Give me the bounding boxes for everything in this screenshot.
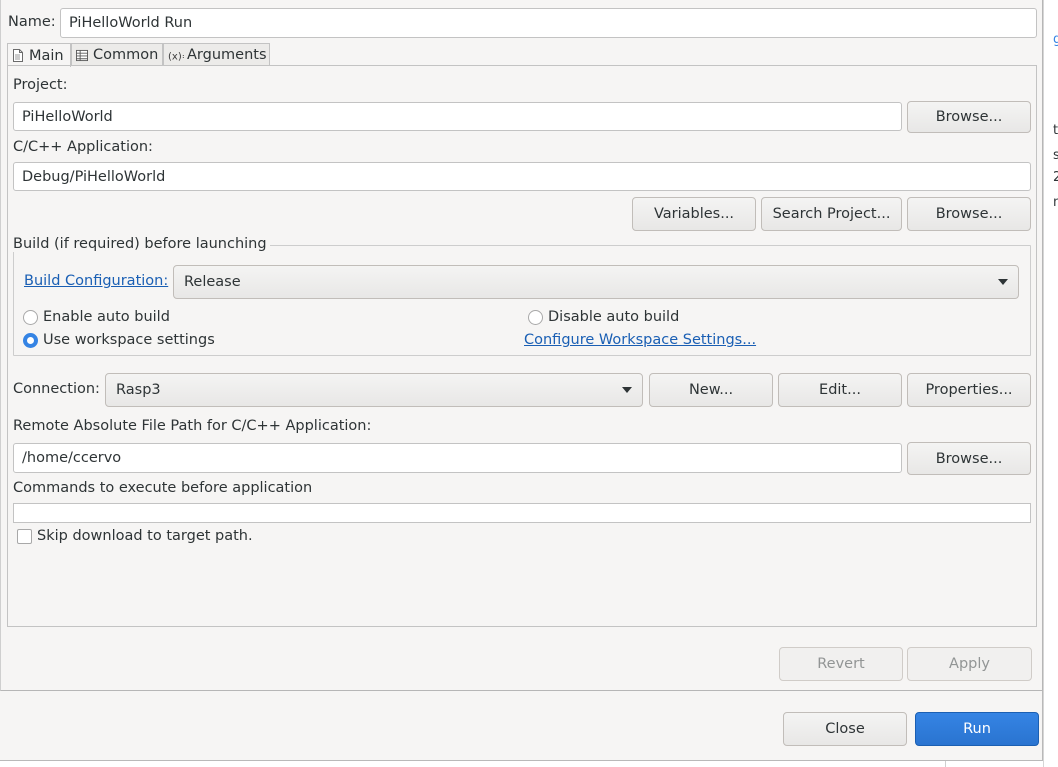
project-label: Project: <box>13 77 68 93</box>
background-fragment: n <box>1053 195 1058 210</box>
edit-connection-button[interactable]: Edit... <box>778 373 902 407</box>
chevron-down-icon <box>998 279 1008 285</box>
disable-auto-build-label: Disable auto build <box>548 309 680 325</box>
apply-button[interactable]: Apply <box>907 647 1032 681</box>
tab-main[interactable]: Main <box>7 43 71 67</box>
variables-icon: (x)= <box>168 51 184 62</box>
close-button[interactable]: Close <box>783 712 907 746</box>
connection-label: Connection: <box>13 381 100 397</box>
chevron-down-icon <box>622 387 632 393</box>
svg-text:(x)=: (x)= <box>168 51 184 62</box>
project-field[interactable]: PiHelloWorld <box>13 102 902 131</box>
run-button[interactable]: Run <box>915 712 1039 746</box>
revert-button[interactable]: Revert <box>779 647 903 681</box>
variables-button[interactable]: Variables... <box>632 197 756 231</box>
application-label: C/C++ Application: <box>13 139 153 155</box>
build-configuration-value: Release <box>184 274 241 290</box>
build-configuration-link[interactable]: Build Configuration: <box>24 273 168 289</box>
run-configuration-dialog: Name: PiHelloWorld Run Main Common (x)= … <box>0 0 1043 761</box>
skip-download-checkbox[interactable] <box>17 529 32 544</box>
application-browse-button[interactable]: Browse... <box>907 197 1031 231</box>
new-connection-button[interactable]: New... <box>649 373 773 407</box>
background-fragment: s <box>1053 148 1058 163</box>
commands-label: Commands to execute before application <box>13 480 313 496</box>
commands-field[interactable] <box>13 503 1031 523</box>
use-workspace-settings-radio[interactable] <box>23 333 38 348</box>
background-fragment: t <box>1053 123 1058 138</box>
table-icon <box>76 49 88 61</box>
build-group-title: Build (if required) before launching <box>13 236 270 252</box>
connection-value: Rasp3 <box>116 382 161 398</box>
background-window: g t s 2 n <box>1043 0 1058 767</box>
tab-common[interactable]: Common <box>71 43 163 66</box>
document-icon <box>13 49 23 62</box>
tab-arguments-label: Arguments <box>187 47 267 63</box>
connection-select[interactable]: Rasp3 <box>105 373 643 407</box>
skip-download-label: Skip download to target path. <box>37 528 253 544</box>
search-project-button[interactable]: Search Project... <box>761 197 902 231</box>
tab-arguments[interactable]: (x)= Arguments <box>163 43 270 66</box>
project-browse-button[interactable]: Browse... <box>907 101 1031 133</box>
application-field[interactable]: Debug/PiHelloWorld <box>13 162 1031 191</box>
use-workspace-settings-label: Use workspace settings <box>43 332 215 348</box>
remote-path-browse-button[interactable]: Browse... <box>907 442 1031 475</box>
background-fragment: g <box>1053 32 1058 47</box>
name-field[interactable]: PiHelloWorld Run <box>60 8 1037 38</box>
enable-auto-build-label: Enable auto build <box>43 309 170 325</box>
connection-properties-button[interactable]: Properties... <box>907 373 1031 407</box>
background-fragment: 2 <box>1053 170 1058 185</box>
enable-auto-build-radio[interactable] <box>23 310 38 325</box>
remote-path-field[interactable]: /home/ccervo <box>13 443 902 473</box>
tab-main-label: Main <box>29 47 64 64</box>
tab-common-label: Common <box>93 47 159 63</box>
build-configuration-select[interactable]: Release <box>173 265 1019 299</box>
disable-auto-build-radio[interactable] <box>528 310 543 325</box>
configure-workspace-settings-link[interactable]: Configure Workspace Settings... <box>524 332 756 348</box>
remote-path-label: Remote Absolute File Path for C/C++ Appl… <box>13 418 372 434</box>
name-label: Name: <box>8 14 56 30</box>
